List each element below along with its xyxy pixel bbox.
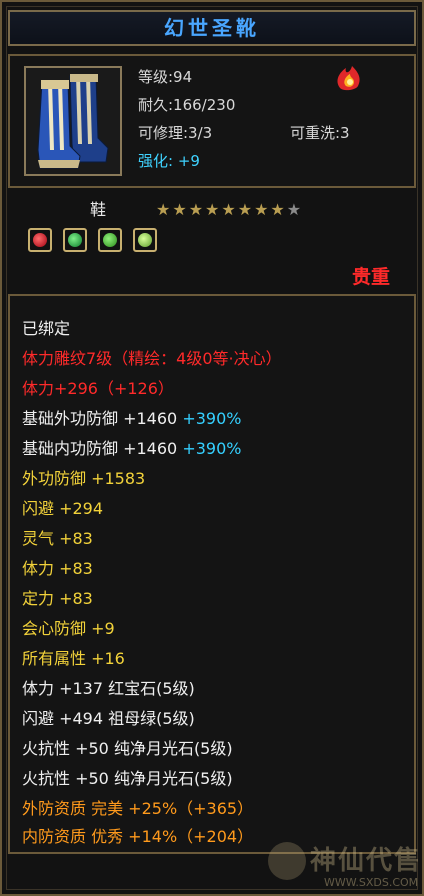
watermark-logo-icon: [268, 842, 306, 880]
star-icon: ★: [270, 200, 285, 219]
moonstone-gem-icon[interactable]: [133, 228, 158, 252]
attribute-text: 基础外功防御 +1460: [22, 409, 178, 428]
attribute-bonus: +390%: [182, 439, 242, 458]
attribute-row: 基础外功防御 +1460 +390%: [22, 408, 241, 430]
item-rewash-count: 可重洗:3: [290, 124, 350, 142]
gem-sockets: [28, 228, 163, 256]
item-title: 幻世圣靴: [8, 10, 416, 46]
attribute-row: 灵气 +83: [22, 529, 93, 548]
item-header-panel: 等级:94 耐久:166/230 可修理:3/3 可重洗:3 强化: +9: [8, 54, 416, 188]
gem-attribute-row: 闪避 +494 祖母绿(5级): [22, 709, 195, 728]
gem-attribute-row: 火抗性 +50 纯净月光石(5级): [22, 769, 233, 788]
attribute-row: 外功防御 +1583: [22, 469, 146, 488]
attribute-bonus: +390%: [182, 409, 242, 428]
star-icon: ★: [205, 200, 220, 219]
flame-icon: [332, 62, 366, 92]
attribute-row: 闪避 +294: [22, 499, 104, 518]
attribute-row: 基础内功防御 +1460 +390%: [22, 438, 241, 460]
attribute-text: 基础内功防御 +1460: [22, 439, 178, 458]
star-icon: ★: [254, 200, 269, 219]
attribute-row: 所有属性 +16: [22, 649, 125, 668]
emerald-gem-icon[interactable]: [63, 228, 88, 252]
item-durability: 耐久:166/230: [138, 96, 236, 114]
bound-status: 已绑定: [22, 319, 71, 338]
slot-type-label: 鞋: [90, 200, 107, 219]
gem-attribute-row: 火抗性 +50 纯净月光石(5级): [22, 739, 233, 758]
watermark-text: 神仙代售: [310, 846, 423, 876]
star-icon: ★: [188, 200, 204, 219]
watermark: 神仙代售 WWW.SXDS.COM: [264, 838, 422, 896]
attribute-row: 体力 +83: [22, 559, 93, 578]
ruby-gem-icon[interactable]: [28, 228, 52, 252]
item-enhance-level: 强化: +9: [138, 152, 200, 170]
watermark-url: WWW.SXDS.COM: [324, 876, 419, 889]
attribute-row: 体力+296（+126）: [22, 379, 174, 398]
item-tooltip: 幻世圣靴 等级:94 耐久:166/230 可修理:3/3 可重洗:3 强化: …: [0, 0, 424, 896]
attribute-row: 体力雕纹7级（精绘：4级0等·决心）: [22, 349, 282, 368]
item-repair-count: 可修理:3/3: [138, 124, 213, 142]
star-icon: ★: [237, 200, 253, 219]
star-empty-icon: ★: [286, 200, 302, 219]
rarity-label: 贵重: [351, 266, 390, 288]
star-icon: ★: [221, 200, 236, 219]
quality-row: 外防资质 完美 +25%（+365）: [22, 799, 254, 818]
attribute-row: 定力 +83: [22, 589, 93, 608]
quality-row: 内防资质 优秀 +14%（+204）: [22, 827, 254, 846]
attribute-row: 会心防御 +9: [22, 619, 115, 638]
boots-icon[interactable]: [24, 66, 122, 176]
star-icon: ★: [156, 200, 171, 219]
star-rating: ★ ★ ★ ★ ★ ★ ★ ★ ★: [156, 200, 303, 219]
emerald-gem-icon[interactable]: [98, 228, 123, 252]
star-icon: ★: [172, 200, 187, 219]
attribute-list: 已绑定 体力雕纹7级（精绘：4级0等·决心） 体力+296（+126） 基础外功…: [8, 294, 416, 854]
item-slot-panel: 鞋 ★ ★ ★ ★ ★ ★ ★ ★ ★ 贵重: [8, 192, 416, 288]
item-level: 等级:94: [138, 68, 193, 86]
gem-attribute-row: 体力 +137 红宝石(5级): [22, 679, 195, 698]
